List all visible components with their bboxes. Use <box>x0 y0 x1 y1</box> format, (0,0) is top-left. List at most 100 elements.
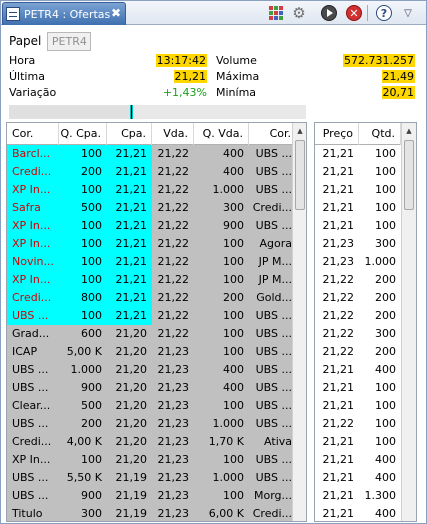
buy-broker: Clear... <box>7 397 59 415</box>
order-book-row[interactable]: Safra 500 21,21 21,22 300 Credi... <box>7 199 297 217</box>
scroll-thumb[interactable] <box>295 140 305 210</box>
trade-price: 21,22 <box>315 271 359 289</box>
column-header[interactable]: Q. Cpa. <box>59 123 107 145</box>
trade-row[interactable]: 21,21 100 <box>315 433 401 451</box>
buy-quantity: 1.000 <box>59 361 107 379</box>
stop-icon[interactable]: ✕ <box>346 5 362 21</box>
order-book-row[interactable]: Credi... 800 21,21 21,22 200 Gold... <box>7 289 297 307</box>
trade-price: 21,21 <box>315 181 359 199</box>
column-header[interactable]: Cor. <box>7 123 59 145</box>
trade-row[interactable]: 21,21 400 <box>315 505 401 521</box>
sell-broker: UBS ... <box>249 451 297 469</box>
trade-quantity: 200 <box>359 343 401 361</box>
hora-value-text: 13:17:42 <box>155 54 207 67</box>
column-header[interactable]: Vda. <box>152 123 194 145</box>
order-book-row[interactable]: XP In... 100 21,21 21,22 100 Agora <box>7 235 297 253</box>
sell-broker: Gold... <box>249 289 297 307</box>
order-book-row[interactable]: UBS ... 900 21,19 21,23 100 Morg... <box>7 487 297 505</box>
trade-row[interactable]: 21,21 100 <box>315 217 401 235</box>
sell-broker: UBS ... <box>249 361 297 379</box>
trade-row[interactable]: 21,21 100 <box>315 145 401 163</box>
help-icon[interactable]: ? <box>376 5 392 21</box>
volume-value: 572.731.257 <box>301 54 415 67</box>
buy-quantity: 200 <box>59 415 107 433</box>
buy-price: 21,20 <box>107 325 152 343</box>
gear-icon[interactable]: ⚙ <box>291 4 307 22</box>
toolbar-separator <box>367 5 368 21</box>
order-book-row[interactable]: Titulo 300 21,19 21,23 6,00 K Credi... <box>7 505 297 521</box>
trade-row[interactable]: 21,21 400 <box>315 361 401 379</box>
trade-row[interactable]: 21,21 400 <box>315 469 401 487</box>
order-book-row[interactable]: XP In... 100 21,21 21,22 100 JP M... <box>7 271 297 289</box>
order-book-row[interactable]: XP In... 100 21,21 21,22 900 UBS ... <box>7 217 297 235</box>
trades-scrollbar[interactable]: ▲ <box>401 123 416 521</box>
trade-row[interactable]: 21,21 100 <box>315 181 401 199</box>
order-book-row[interactable]: Novin... 100 21,21 21,22 100 JP M... <box>7 253 297 271</box>
order-book-row[interactable]: UBS ... 5,50 K 21,19 21,23 1.000 UBS ... <box>7 469 297 487</box>
play-icon[interactable] <box>321 5 337 21</box>
trade-row[interactable]: 21,21 100 <box>315 163 401 181</box>
trade-row[interactable]: 21,23 1.000 <box>315 253 401 271</box>
trade-row[interactable]: 21,21 1.300 <box>315 487 401 505</box>
order-book-row[interactable]: Credi... 200 21,21 21,22 400 UBS ... <box>7 163 297 181</box>
order-book-row[interactable]: Grad... 600 21,20 21,22 100 UBS ... <box>7 325 297 343</box>
order-book-row[interactable]: ICAP 5,00 K 21,20 21,23 100 UBS ... <box>7 343 297 361</box>
column-header[interactable]: Cpa. <box>107 123 152 145</box>
trade-quantity: 200 <box>359 289 401 307</box>
order-book-row[interactable]: UBS ... 100 21,21 21,22 100 UBS ... <box>7 307 297 325</box>
trade-row[interactable]: 21,22 100 <box>315 415 401 433</box>
order-book-row[interactable]: XP In... 100 21,21 21,22 1.000 UBS ... <box>7 181 297 199</box>
order-book-row[interactable]: UBS ... 200 21,20 21,23 1.000 UBS ... <box>7 415 297 433</box>
buy-quantity: 100 <box>59 145 107 163</box>
trade-row[interactable]: 21,21 100 <box>315 379 401 397</box>
buy-price: 21,20 <box>107 451 152 469</box>
order-book-row[interactable]: UBS ... 900 21,20 21,23 400 UBS ... <box>7 379 297 397</box>
order-book-scrollbar[interactable]: ▲ <box>292 123 306 521</box>
trade-row[interactable]: 21,23 300 <box>315 235 401 253</box>
order-book-row[interactable]: UBS ... 1.000 21,20 21,23 400 UBS ... <box>7 361 297 379</box>
tab-petr4-ofertas[interactable]: PETR4 : Ofertas ✖ <box>2 2 126 25</box>
sell-quantity: 100 <box>194 271 249 289</box>
buy-broker: Credi... <box>7 289 59 307</box>
trade-row[interactable]: 21,22 300 <box>315 325 401 343</box>
sell-price: 21,23 <box>152 379 194 397</box>
order-book-row[interactable]: Clear... 500 21,20 21,23 100 UBS ... <box>7 397 297 415</box>
sell-price: 21,22 <box>152 181 194 199</box>
close-icon[interactable]: ✖ <box>111 6 121 20</box>
order-book-row[interactable]: XP In... 100 21,20 21,23 100 UBS ... <box>7 451 297 469</box>
trade-row[interactable]: 21,22 200 <box>315 289 401 307</box>
papel-input[interactable]: PETR4 <box>47 31 92 51</box>
trade-row[interactable]: 21,22 200 <box>315 307 401 325</box>
trade-quantity: 400 <box>359 505 401 521</box>
trade-quantity: 100 <box>359 181 401 199</box>
buy-broker: UBS ... <box>7 415 59 433</box>
trade-row[interactable]: 21,22 200 <box>315 271 401 289</box>
buy-quantity: 100 <box>59 451 107 469</box>
buy-quantity: 300 <box>59 505 107 521</box>
buy-quantity: 100 <box>59 217 107 235</box>
trade-row[interactable]: 21,21 400 <box>315 451 401 469</box>
column-header[interactable]: Q. Vda. <box>194 123 249 145</box>
buy-broker: XP In... <box>7 235 59 253</box>
buy-quantity: 100 <box>59 235 107 253</box>
sell-price: 21,23 <box>152 343 194 361</box>
trade-row[interactable]: 21,21 100 <box>315 199 401 217</box>
scroll-thumb[interactable] <box>404 140 414 210</box>
column-header[interactable]: Preço <box>315 123 359 145</box>
column-header[interactable]: Qtd. <box>359 123 401 145</box>
title-bar: PETR4 : Ofertas ✖ ⚙ ✕ ? ▽ <box>1 1 426 25</box>
trade-row[interactable]: 21,21 100 <box>315 397 401 415</box>
menu-icon[interactable]: ▽ <box>400 5 416 21</box>
column-header[interactable]: Cor. <box>249 123 297 145</box>
order-book-row[interactable]: Credi... 4,00 K 21,20 21,23 1,70 K Ativa <box>7 433 297 451</box>
trade-row[interactable]: 21,22 200 <box>315 343 401 361</box>
sell-broker: UBS ... <box>249 343 297 361</box>
scroll-up-icon[interactable]: ▲ <box>402 123 416 138</box>
scroll-up-icon[interactable]: ▲ <box>293 123 306 138</box>
buy-price: 21,20 <box>107 361 152 379</box>
trade-quantity: 400 <box>359 361 401 379</box>
grid-icon[interactable] <box>269 6 283 20</box>
order-book-table: Cor. Q. Cpa. Cpa. Vda. Q. Vda. Cor. Barcl... 1… <box>6 122 307 522</box>
order-book-row[interactable]: Barcl... 100 21,21 21,22 400 UBS ... <box>7 145 297 163</box>
sell-price: 21,22 <box>152 253 194 271</box>
